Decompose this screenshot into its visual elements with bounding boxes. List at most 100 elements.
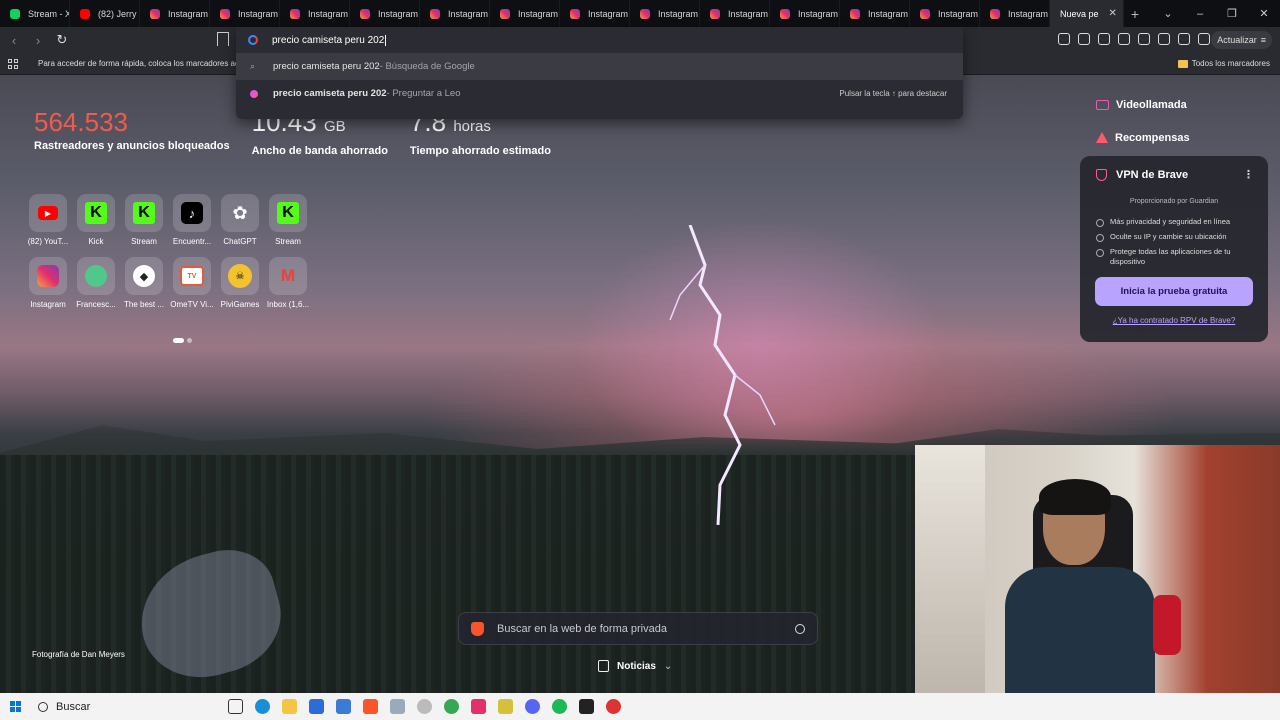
back-arrow-icon[interactable]: ‹ bbox=[4, 33, 24, 48]
stat-unit: GB bbox=[323, 118, 346, 135]
tab[interactable]: Instagram bbox=[280, 0, 350, 27]
edge-icon[interactable] bbox=[255, 699, 270, 714]
instagram-icon[interactable] bbox=[471, 699, 486, 714]
extensions-puzzle-icon[interactable] bbox=[1098, 33, 1110, 45]
tab[interactable]: Instagram bbox=[630, 0, 700, 27]
text-caret bbox=[385, 34, 387, 46]
spotify-icon[interactable] bbox=[552, 699, 567, 714]
leo-icon[interactable] bbox=[1078, 33, 1090, 45]
top-site-tile[interactable]: Francesc... bbox=[72, 257, 120, 309]
youtube-icon bbox=[80, 8, 90, 19]
vpn-card: VPN de Brave ⋮ Proporcionado por Guardia… bbox=[1080, 156, 1268, 342]
forward-arrow-icon[interactable]: › bbox=[28, 33, 48, 48]
discord-icon[interactable] bbox=[525, 699, 540, 714]
videocall-link[interactable]: Videollamada bbox=[1096, 96, 1190, 113]
start-button[interactable] bbox=[0, 693, 30, 720]
tab[interactable]: Instagram bbox=[840, 0, 910, 27]
menu-hamburger-icon: ≡ bbox=[1260, 35, 1266, 45]
minimize-icon[interactable]: – bbox=[1184, 8, 1216, 20]
brave-icon[interactable] bbox=[363, 699, 378, 714]
private-search-box[interactable]: Buscar en la web de forma privada bbox=[458, 612, 818, 645]
tab[interactable]: Instagram bbox=[490, 0, 560, 27]
update-button[interactable]: Actualizar ≡ bbox=[1211, 31, 1272, 49]
top-site-tile[interactable]: K Stream bbox=[264, 194, 312, 246]
vpn-shield-icon[interactable] bbox=[1198, 33, 1210, 45]
tab[interactable]: Instagram bbox=[210, 0, 280, 27]
vpn-feature: Oculte su IP y cambie su ubicación bbox=[1094, 232, 1254, 242]
tab-label: Instagram bbox=[1008, 8, 1049, 19]
close-tab-icon[interactable]: ✕ bbox=[1109, 8, 1117, 19]
app-icon[interactable] bbox=[417, 699, 432, 714]
top-site-tile[interactable]: M Inbox (1,6... bbox=[264, 257, 312, 309]
update-label: Actualizar bbox=[1217, 35, 1257, 45]
top-site-tile[interactable]: K Kick bbox=[72, 194, 120, 246]
top-site-tile[interactable]: K Stream bbox=[120, 194, 168, 246]
google-icon bbox=[248, 35, 258, 45]
suggestion-suffix: - Preguntar a Leo bbox=[386, 88, 461, 99]
rewards-link[interactable]: Recompensas bbox=[1096, 129, 1190, 146]
tab-label: Instagram bbox=[868, 8, 909, 19]
obs-icon[interactable] bbox=[606, 699, 621, 714]
chevron-down-icon: ⌄ bbox=[663, 660, 673, 672]
page-dots[interactable] bbox=[173, 338, 192, 343]
tiktok-icon: ♪ bbox=[173, 194, 211, 232]
top-site-name: PiviGames bbox=[220, 300, 260, 309]
all-bookmarks-button[interactable]: Todos los marcadores bbox=[1177, 59, 1270, 68]
brave-shields-icon[interactable] bbox=[1058, 33, 1070, 45]
reload-icon[interactable]: ↻ bbox=[52, 32, 72, 48]
tab[interactable]: Instagram bbox=[980, 0, 1050, 27]
chrome-icon[interactable] bbox=[444, 699, 459, 714]
top-site-tile[interactable]: ✿ ChatGPT bbox=[216, 194, 264, 246]
app-icon[interactable] bbox=[498, 699, 513, 714]
start-trial-button[interactable]: Inicia la prueba gratuita bbox=[1095, 277, 1253, 306]
tab[interactable]: Stream - X bbox=[0, 0, 70, 27]
photo-credit[interactable]: Fotografía de Dan Meyers bbox=[32, 650, 125, 659]
epic-games-icon[interactable] bbox=[579, 699, 594, 714]
tab[interactable]: Instagram bbox=[140, 0, 210, 27]
already-subscribed-link[interactable]: ¿Ya ha contratado RPV de Brave? bbox=[1094, 316, 1254, 325]
task-view-icon[interactable] bbox=[228, 699, 243, 714]
tab[interactable]: Instagram bbox=[770, 0, 840, 27]
file-explorer-icon[interactable] bbox=[282, 699, 297, 714]
apps-grid-icon[interactable] bbox=[8, 58, 18, 69]
tab[interactable]: Instagram bbox=[700, 0, 770, 27]
top-site-tile[interactable]: ▶ (82) YouT... bbox=[24, 194, 72, 246]
top-site-tile[interactable]: Instagram bbox=[24, 257, 72, 309]
tab[interactable]: Instagram bbox=[350, 0, 420, 27]
leo-ai-icon[interactable] bbox=[1178, 33, 1190, 45]
instagram-icon bbox=[360, 8, 370, 19]
top-site-name: Francesc... bbox=[76, 300, 116, 309]
tab[interactable]: Instagram bbox=[420, 0, 490, 27]
tab-search-chevron-icon[interactable]: ⌄ bbox=[1152, 7, 1184, 20]
wallet-icon[interactable] bbox=[1158, 33, 1170, 45]
top-site-tile[interactable]: ◆ The best ... bbox=[120, 257, 168, 309]
bookmark-icon[interactable] bbox=[217, 32, 229, 46]
search-icon[interactable] bbox=[795, 623, 805, 634]
tab[interactable]: (82) Jerry bbox=[70, 0, 140, 27]
media-music-icon[interactable] bbox=[1118, 33, 1130, 45]
tab-active[interactable]: Nueva pe ✕ bbox=[1050, 0, 1124, 27]
tab[interactable]: Instagram bbox=[560, 0, 630, 27]
suggestion-ask-leo[interactable]: precio camiseta peru 202 - Preguntar a L… bbox=[236, 80, 963, 107]
taskbar-search-label: Buscar bbox=[56, 700, 91, 713]
photos-icon[interactable] bbox=[390, 699, 405, 714]
suggestion-google-search[interactable]: ⌕ precio camiseta peru 202 - Búsqueda de… bbox=[236, 53, 963, 80]
close-window-icon[interactable]: ✕ bbox=[1248, 7, 1280, 20]
tab[interactable]: Instagram bbox=[910, 0, 980, 27]
top-site-tile[interactable]: TV OmeTV Vi... bbox=[168, 257, 216, 309]
taskbar-search[interactable]: Buscar bbox=[38, 701, 218, 713]
news-label: Noticias bbox=[617, 660, 656, 672]
more-options-icon[interactable]: ⋮ bbox=[1243, 168, 1254, 181]
top-site-tile[interactable]: ♪ Encuentr... bbox=[168, 194, 216, 246]
store-icon[interactable] bbox=[309, 699, 324, 714]
omnibox: precio camiseta peru 202 ⌕ precio camise… bbox=[236, 27, 963, 119]
kick-icon: K bbox=[125, 194, 163, 232]
new-tab-plus-icon[interactable]: + bbox=[1124, 6, 1146, 22]
top-site-tile[interactable]: ☠ PiviGames bbox=[216, 257, 264, 309]
mail-icon[interactable] bbox=[336, 699, 351, 714]
sidebar-icon[interactable] bbox=[1138, 33, 1150, 45]
news-button[interactable]: Noticias ⌄ bbox=[598, 660, 672, 672]
restore-icon[interactable]: ❐ bbox=[1216, 7, 1248, 20]
address-input[interactable]: precio camiseta peru 202 bbox=[236, 27, 963, 53]
kick-icon bbox=[10, 8, 20, 19]
